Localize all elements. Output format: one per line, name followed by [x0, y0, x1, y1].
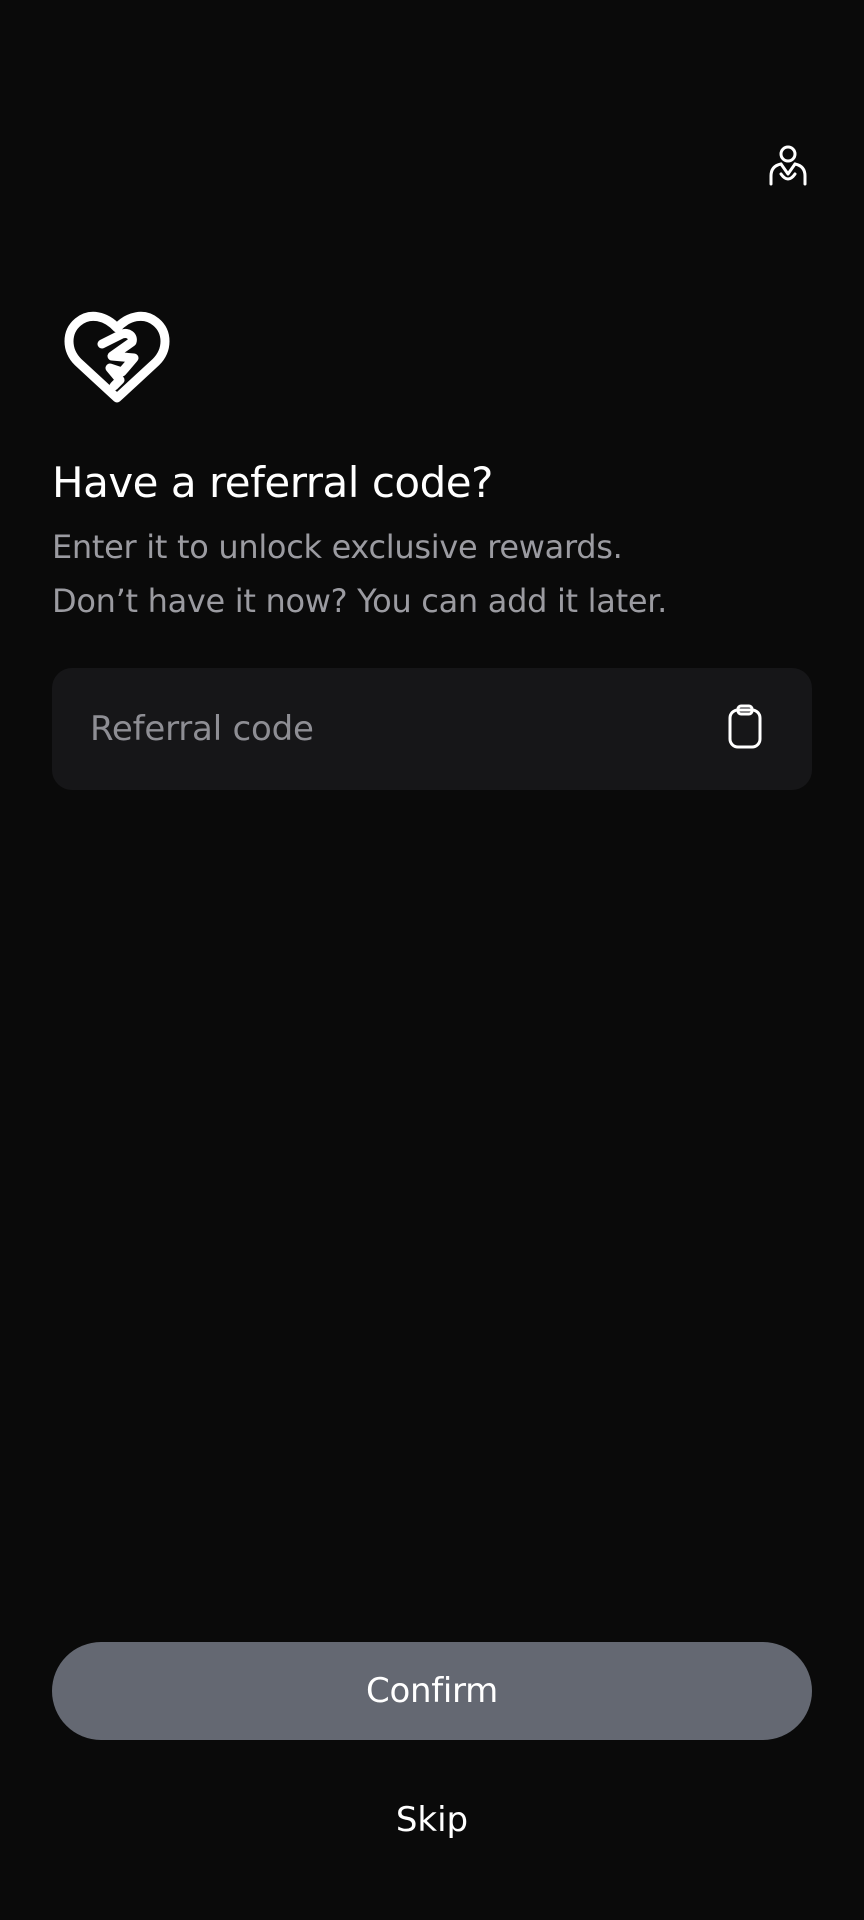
paste-button[interactable] — [720, 704, 770, 754]
subtitle-line: Don’t have it now? You can add it later. — [52, 582, 668, 620]
page-title: Have a referral code? — [52, 458, 493, 507]
subtitle-line: Enter it to unlock exclusive rewards. — [52, 528, 623, 566]
referral-code-field — [52, 668, 812, 790]
heart-handshake-icon — [64, 310, 170, 406]
clipboard-icon — [727, 704, 763, 754]
support-agent-icon — [768, 144, 808, 192]
skip-button[interactable]: Skip — [332, 1790, 532, 1850]
confirm-button[interactable]: Confirm — [52, 1642, 812, 1740]
referral-code-input[interactable] — [90, 668, 710, 790]
support-button[interactable] — [760, 140, 816, 196]
page-subtitle: Enter it to unlock exclusive rewards. Do… — [52, 520, 667, 628]
